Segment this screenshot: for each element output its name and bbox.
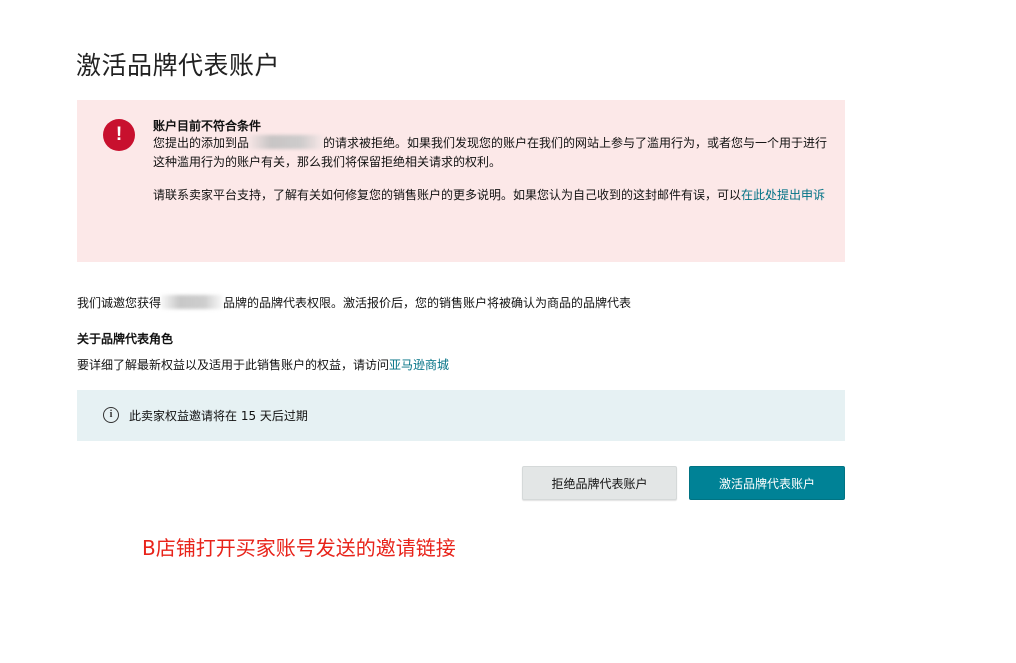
alert-para1-start: 您提出的添加到品	[153, 136, 250, 150]
expiry-text: 此卖家权益邀请将在 15 天后过期	[129, 409, 308, 423]
alert-body: 您提出的添加到品 的请求被拒绝。如果我们发现您的账户在我们的网站上参与了滥用行为，…	[153, 134, 833, 205]
alert-paragraph-1: 您提出的添加到品 的请求被拒绝。如果我们发现您的账户在我们的网站上参与了滥用行为，…	[153, 134, 833, 172]
decline-button[interactable]: 拒绝品牌代表账户	[522, 466, 677, 500]
info-icon: i	[103, 407, 119, 423]
appeal-link[interactable]: 在此处提出申诉	[741, 188, 825, 202]
exclamation-icon: !	[103, 119, 135, 151]
alert-title: 账户目前不符合条件	[153, 119, 262, 133]
page-title: 激活品牌代表账户	[76, 51, 281, 80]
activate-button[interactable]: 激活品牌代表账户	[689, 466, 845, 500]
role-section-text: 要详细了解最新权益以及适用于此销售账户的权益，请访问亚马逊商城	[77, 356, 449, 373]
amazon-marketplace-link[interactable]: 亚马逊商城	[389, 358, 449, 372]
role-text: 要详细了解最新权益以及适用于此销售账户的权益，请访问	[77, 358, 390, 372]
annotation-text: B店铺打开买家账号发送的邀请链接	[142, 536, 456, 560]
invite-message: 我们诚邀您获得 品牌的品牌代表权限。激活报价后，您的销售账户将被确认为商品的品牌代…	[77, 294, 631, 311]
invite-text-start: 我们诚邀您获得	[77, 296, 162, 310]
invite-text-end: 品牌的品牌代表权限。激活报价后，您的销售账户将被确认为商品的品牌代表	[223, 296, 632, 310]
ineligible-alert: ! 账户目前不符合条件 您提出的添加到品 的请求被拒绝。如果我们发现您的账户在我们…	[77, 100, 845, 262]
redacted-brand-name	[161, 295, 224, 309]
alert-paragraph-2: 请联系卖家平台支持，了解有关如何修复您的销售账户的更多说明。如果您认为自己收到的…	[153, 186, 833, 205]
alert-para2-text: 请联系卖家平台支持，了解有关如何修复您的销售账户的更多说明。如果您认为自己收到的…	[153, 188, 742, 202]
redacted-brand	[249, 135, 324, 149]
expiry-info-alert: i 此卖家权益邀请将在 15 天后过期	[77, 390, 845, 441]
role-section-heading: 关于品牌代表角色	[77, 332, 174, 346]
